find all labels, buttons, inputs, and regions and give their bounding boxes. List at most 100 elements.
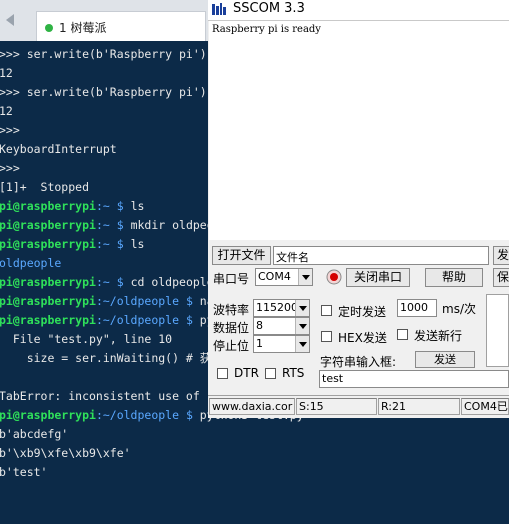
terminal-text: TabError: inconsistent use of — [0, 389, 207, 403]
terminal-text: :~ $ — [95, 218, 131, 232]
terminal-line: >>> — [0, 121, 20, 140]
terminal-text: pi@raspberrypi — [0, 218, 96, 232]
terminal-text: pi@raspberrypi — [0, 408, 96, 422]
dtr-label: DTR — [234, 366, 259, 380]
terminal-text: ls — [130, 199, 145, 213]
terminal-line: TabError: inconsistent use of — [0, 387, 207, 406]
terminal-text: pi@raspberrypi — [0, 275, 96, 289]
terminal-line: >>> — [0, 159, 20, 178]
stopbits-select[interactable]: 1 — [253, 335, 310, 353]
terminal-line: pi@raspberrypi:~ $ ls — [0, 235, 144, 254]
terminal-text: :~/oldpeople $ — [95, 408, 200, 422]
chevron-down-icon — [295, 318, 309, 334]
terminal-text: pi@raspberrypi — [0, 199, 96, 213]
terminal-line: b'abcdefg' — [0, 425, 68, 444]
send-area[interactable] — [486, 294, 509, 367]
terminal-line: pi@raspberrypi:~ $ mkdir oldpeople — [0, 216, 234, 235]
terminal-text: ls — [130, 237, 145, 251]
terminal-text: cd oldpeople — [130, 275, 214, 289]
send-input[interactable]: test — [319, 370, 509, 388]
sscom-status-bar: www.daxia.cor S:15 R:21 COM4已 — [208, 395, 509, 418]
terminal-text: >>> ser.write(b'Raspberry pi') — [0, 85, 207, 99]
terminal-text: >>> ser.write(b'Raspberry pi') — [0, 47, 207, 61]
stopbits-label: 停止位 — [213, 339, 250, 353]
status-port: COM4已 — [461, 398, 509, 415]
terminal-text: :~ $ — [95, 275, 131, 289]
hex-send-label: HEX发送 — [338, 331, 387, 345]
connected-status-icon — [45, 24, 53, 32]
terminal-text: pi@raspberrypi — [0, 313, 96, 327]
terminal-text: b'test' — [0, 465, 48, 479]
terminal-line: File "test.py", line 10 — [0, 330, 172, 349]
terminal-text: pi@raspberrypi — [0, 237, 96, 251]
receive-area[interactable]: Raspberry pi is ready — [209, 21, 509, 240]
save-button[interactable]: 保 — [493, 268, 509, 287]
timed-send-label: 定时发送 — [338, 305, 387, 319]
help-button[interactable]: 帮助 — [425, 268, 483, 287]
terminal-text: >>> — [0, 123, 20, 137]
sscom-window[interactable]: SSCOM 3.3 Raspberry pi is ready 打开文件 文件名… — [208, 0, 509, 417]
baud-select[interactable]: 115200 — [253, 299, 310, 317]
terminal-line: b'\xb9\xfe\xb9\xfe' — [0, 444, 131, 463]
terminal-text: b'\xb9\xfe\xb9\xfe' — [0, 446, 131, 460]
baud-label: 波特率 — [213, 303, 250, 317]
timed-send-checkbox[interactable] — [321, 305, 332, 316]
received-text: Raspberry pi is ready — [212, 24, 321, 35]
hex-send-checkbox[interactable] — [321, 331, 332, 342]
open-file-button[interactable]: 打开文件 — [212, 246, 271, 265]
baud-value: 115200 — [256, 301, 298, 314]
sscom-app-icon — [212, 3, 226, 15]
terminal-tab-label: 1 树莓派 — [59, 21, 107, 35]
stopbits-value: 1 — [256, 337, 263, 350]
interval-unit: ms/次 — [442, 302, 476, 316]
terminal-text: size = ser.inWaiting() # 获 — [0, 351, 212, 365]
port-value: COM4 — [258, 270, 291, 283]
file-name-field[interactable]: 文件名 — [273, 246, 489, 265]
port-status-led-icon — [326, 269, 342, 285]
terminal-text: :~ $ — [95, 199, 131, 213]
interval-field[interactable]: 1000 — [397, 299, 437, 317]
databits-select[interactable]: 8 — [253, 317, 310, 335]
terminal-text: pi@raspberrypi — [0, 294, 96, 308]
tab-scroll-left-icon[interactable] — [6, 14, 14, 26]
terminal-line: 12 — [0, 64, 13, 83]
status-website[interactable]: www.daxia.cor — [209, 398, 295, 415]
terminal-text: :~/oldpeople $ — [95, 294, 200, 308]
terminal-text: 12 — [0, 104, 13, 118]
terminal-line: [1]+ Stopped — [0, 178, 89, 197]
chevron-down-icon — [295, 300, 309, 316]
rts-checkbox[interactable] — [265, 368, 276, 379]
terminal-line: size = ser.inWaiting() # 获 — [0, 349, 212, 368]
databits-value: 8 — [256, 319, 263, 332]
terminal-line: 12 — [0, 102, 13, 121]
send-file-button[interactable]: 发 — [493, 246, 509, 265]
terminal-text: KeyboardInterrupt — [0, 142, 117, 156]
terminal-text: :~/oldpeople $ — [95, 313, 200, 327]
terminal-line: >>> ser.write(b'Raspberry pi') — [0, 83, 207, 102]
string-input-label: 字符串输入框: — [320, 355, 397, 369]
status-sent-count: S:15 — [296, 398, 377, 415]
terminal-line: oldpeople — [0, 254, 61, 273]
terminal-text: [1]+ Stopped — [0, 180, 90, 194]
terminal-text: >>> — [0, 161, 20, 175]
terminal-text: :~ $ — [95, 237, 131, 251]
close-port-button[interactable]: 关闭串口 — [346, 268, 410, 287]
send-button[interactable]: 发送 — [415, 351, 475, 368]
port-select[interactable]: COM4 — [255, 268, 313, 286]
terminal-text: 12 — [0, 66, 13, 80]
terminal-text: oldpeople — [0, 256, 62, 270]
rts-label: RTS — [282, 366, 305, 380]
send-newline-label: 发送新行 — [414, 329, 463, 343]
status-received-count: R:21 — [378, 398, 460, 415]
dtr-checkbox[interactable] — [217, 368, 228, 379]
chevron-down-icon — [295, 336, 309, 352]
terminal-text: b'abcdefg' — [0, 427, 69, 441]
sscom-title: SSCOM 3.3 — [233, 1, 305, 16]
terminal-line: KeyboardInterrupt — [0, 140, 117, 159]
chevron-down-icon — [298, 269, 312, 285]
terminal-tab[interactable]: 1 树莓派 — [36, 11, 206, 41]
send-newline-checkbox[interactable] — [397, 329, 408, 340]
terminal-line: b'test' — [0, 463, 47, 482]
terminal-line: pi@raspberrypi:~ $ ls — [0, 197, 144, 216]
databits-label: 数据位 — [213, 321, 250, 335]
